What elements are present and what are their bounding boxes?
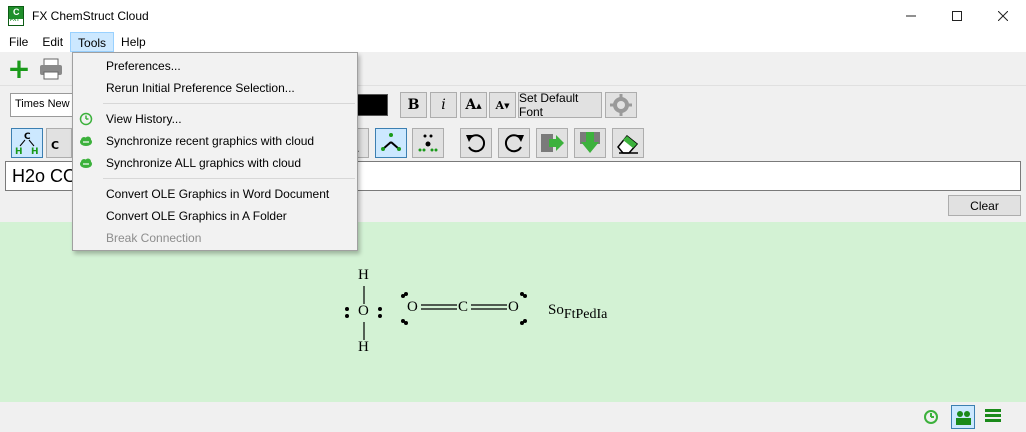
carbon-icon: C bbox=[51, 139, 59, 152]
cloud-sync-icon bbox=[80, 158, 92, 168]
close-icon bbox=[998, 10, 1008, 21]
close-button[interactable] bbox=[980, 0, 1026, 31]
bent-geometry-button[interactable] bbox=[375, 128, 407, 158]
grow-font-button[interactable]: A ▲ bbox=[460, 92, 487, 118]
cloud-sync-icon bbox=[80, 136, 92, 146]
water-top-hydrogen: H bbox=[358, 267, 369, 283]
rotate-left-button[interactable] bbox=[460, 128, 492, 158]
text-color-swatch[interactable] bbox=[356, 94, 388, 116]
export-right-button[interactable] bbox=[536, 128, 568, 158]
printer-icon bbox=[40, 58, 62, 80]
water-lone-pair-left bbox=[345, 307, 349, 318]
menu-item-convert-word[interactable]: Convert OLE Graphics in Word Document bbox=[73, 183, 357, 205]
watermark-text: SoFtPedIa bbox=[548, 302, 608, 322]
maximize-icon bbox=[952, 10, 962, 21]
bold-button[interactable]: B bbox=[400, 92, 427, 118]
menu-item-rerun-preferences[interactable]: Rerun Initial Preference Selection... bbox=[73, 77, 357, 99]
settings-button[interactable] bbox=[605, 92, 637, 118]
minimize-icon bbox=[906, 15, 916, 16]
menu-item-sync-all[interactable]: Synchronize ALL graphics with cloud bbox=[73, 152, 357, 174]
eraser-button[interactable] bbox=[612, 128, 644, 158]
bent-geometry-icon bbox=[381, 133, 401, 151]
clear-button[interactable]: Clear bbox=[948, 195, 1021, 216]
menu-item-preferences[interactable]: Preferences... bbox=[73, 55, 357, 77]
menu-edit[interactable]: Edit bbox=[35, 32, 70, 52]
menu-separator bbox=[103, 103, 355, 104]
history-icon bbox=[924, 410, 938, 424]
menu-item-sync-recent[interactable]: Synchronize recent graphics with cloud bbox=[73, 130, 357, 152]
menu-help[interactable]: Help bbox=[114, 32, 153, 52]
new-button[interactable]: + bbox=[6, 52, 32, 85]
ch2-structure-icon: CH H bbox=[15, 132, 39, 156]
hamburger-icon bbox=[985, 409, 1001, 422]
plus-icon: + bbox=[7, 52, 31, 85]
font-family-select[interactable]: Times New Roman bbox=[10, 93, 78, 117]
set-default-font-button[interactable]: Set Default Font bbox=[518, 91, 602, 119]
users-status-button[interactable] bbox=[951, 405, 975, 429]
menu-separator bbox=[103, 178, 355, 179]
svg-text:H: H bbox=[31, 147, 39, 156]
app-logo-icon: C FXT bbox=[8, 5, 24, 26]
export-down-button[interactable] bbox=[574, 128, 606, 158]
water-lone-pair-right bbox=[378, 307, 382, 318]
co2-carbon: C bbox=[458, 299, 469, 315]
menu-bar: File Edit Tools Help bbox=[0, 31, 1026, 52]
svg-text:H: H bbox=[15, 147, 23, 156]
water-bond-bottom bbox=[363, 322, 365, 340]
co2-left-lone-pairs bbox=[401, 292, 408, 325]
print-button[interactable] bbox=[38, 56, 64, 82]
rotate-left-icon bbox=[466, 134, 486, 153]
menu-tools[interactable]: Tools bbox=[70, 31, 115, 52]
co2-double-bond-right bbox=[471, 304, 507, 310]
download-arrow-icon bbox=[580, 132, 600, 153]
lone-pairs-icon bbox=[418, 134, 438, 152]
maximize-button[interactable] bbox=[934, 0, 980, 31]
menu-file[interactable]: File bbox=[2, 32, 35, 52]
menu-status-button[interactable] bbox=[985, 409, 1001, 426]
menu-item-break-connection: Break Connection bbox=[106, 231, 202, 245]
title-bar: C FXT FX ChemStruct Cloud bbox=[0, 0, 1026, 31]
history-icon bbox=[79, 112, 93, 126]
water-bottom-hydrogen: H bbox=[358, 339, 369, 355]
history-status-button[interactable] bbox=[922, 408, 940, 429]
menu-item-convert-folder[interactable]: Convert OLE Graphics in A Folder bbox=[73, 205, 357, 227]
carbon-label-button[interactable]: C bbox=[46, 128, 72, 158]
export-arrow-icon bbox=[541, 134, 564, 152]
italic-button[interactable]: i bbox=[430, 92, 457, 118]
svg-text:C: C bbox=[51, 139, 59, 152]
status-bar bbox=[0, 402, 1026, 432]
rotate-right-button[interactable] bbox=[498, 128, 530, 158]
rotate-right-icon bbox=[504, 134, 524, 153]
hydrogen-display-button[interactable]: CHH bbox=[11, 128, 43, 158]
eraser-icon bbox=[617, 134, 639, 154]
co2-right-lone-pairs bbox=[520, 292, 527, 325]
shrink-font-button[interactable]: A ▼ bbox=[489, 92, 516, 118]
menu-item-view-history[interactable]: View History... bbox=[73, 108, 357, 130]
window-title: FX ChemStruct Cloud bbox=[32, 8, 149, 23]
gear-icon bbox=[610, 94, 632, 116]
users-icon bbox=[956, 411, 971, 425]
tools-dropdown-menu: Preferences... Rerun Initial Preference … bbox=[72, 52, 358, 251]
water-bond-top bbox=[363, 286, 365, 304]
co2-double-bond-left bbox=[421, 304, 457, 310]
lone-pairs-button[interactable] bbox=[412, 128, 444, 158]
minimize-button[interactable] bbox=[888, 0, 934, 31]
water-oxygen: O bbox=[358, 303, 369, 319]
